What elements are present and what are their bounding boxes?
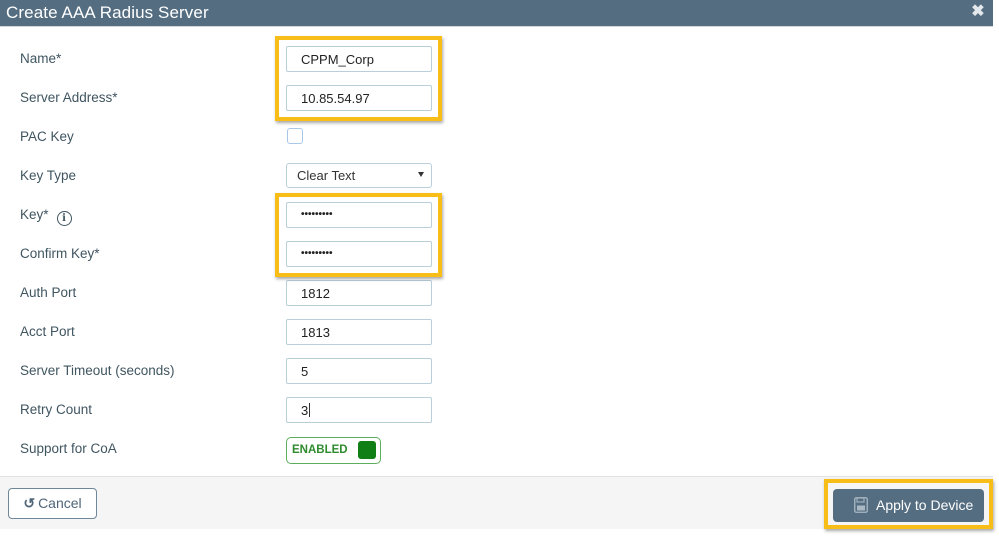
key-type-selected-value: Clear Text bbox=[297, 168, 356, 183]
server-timeout-label: Server Timeout (seconds) bbox=[20, 363, 175, 378]
name-label: Name* bbox=[20, 51, 62, 66]
server-timeout-row: Server Timeout (seconds) 5 bbox=[0, 356, 993, 386]
retry-count-row: Retry Count 3 bbox=[0, 395, 993, 425]
pac-key-label: PAC Key bbox=[20, 129, 74, 144]
cancel-button[interactable]: ↺ Cancel bbox=[8, 488, 97, 519]
server-timeout-input[interactable]: 5 bbox=[286, 358, 432, 384]
retry-count-value: 3 bbox=[301, 403, 309, 418]
close-icon[interactable]: ✖ bbox=[971, 3, 985, 21]
key-label-wrap: Key* i bbox=[20, 207, 72, 226]
confirm-key-row: Confirm Key* ••••••••• bbox=[0, 239, 993, 269]
save-icon bbox=[854, 497, 868, 513]
key-type-row: Key Type Clear Text bbox=[0, 161, 993, 191]
server-address-label: Server Address* bbox=[20, 90, 118, 105]
server-address-row: Server Address* 10.85.54.97 bbox=[0, 83, 993, 113]
pac-key-row: PAC Key bbox=[0, 122, 993, 152]
server-address-input[interactable]: 10.85.54.97 bbox=[286, 85, 432, 111]
auth-port-input[interactable]: 1812 bbox=[286, 280, 432, 306]
key-input[interactable]: ••••••••• bbox=[286, 202, 432, 228]
chevron-down-icon bbox=[418, 172, 424, 177]
pac-key-checkbox[interactable] bbox=[287, 128, 303, 144]
acct-port-input[interactable]: 1813 bbox=[286, 319, 432, 345]
acct-port-row: Acct Port 1813 bbox=[0, 317, 993, 347]
name-input[interactable]: CPPM_Corp bbox=[286, 46, 432, 72]
confirm-key-label: Confirm Key* bbox=[20, 246, 100, 261]
retry-count-input[interactable]: 3 bbox=[286, 397, 432, 423]
auth-port-row: Auth Port 1812 bbox=[0, 278, 993, 308]
info-icon[interactable]: i bbox=[56, 211, 72, 226]
create-aaa-radius-server-dialog: Create AAA Radius Server ✖ Name* CPPM_Co… bbox=[0, 0, 993, 529]
support-coa-label: Support for CoA bbox=[20, 441, 117, 456]
toggle-state-label: ENABLED bbox=[292, 444, 348, 456]
key-label: Key* bbox=[20, 207, 49, 222]
acct-port-label: Acct Port bbox=[20, 324, 75, 339]
toggle-knob bbox=[358, 441, 376, 459]
dialog-header: Create AAA Radius Server ✖ bbox=[0, 0, 993, 27]
dialog-footer: ↺ Cancel Apply to Device bbox=[0, 476, 993, 529]
support-coa-toggle[interactable]: ENABLED bbox=[286, 437, 381, 464]
key-type-select[interactable]: Clear Text bbox=[286, 163, 432, 188]
name-row: Name* CPPM_Corp bbox=[0, 44, 993, 74]
apply-label: Apply to Device bbox=[876, 497, 974, 513]
cancel-label: Cancel bbox=[38, 495, 82, 511]
confirm-key-input[interactable]: ••••••••• bbox=[286, 241, 432, 267]
dialog-title: Create AAA Radius Server bbox=[6, 3, 209, 22]
retry-count-label: Retry Count bbox=[20, 402, 93, 417]
auth-port-label: Auth Port bbox=[20, 285, 77, 300]
text-cursor bbox=[309, 403, 311, 417]
undo-icon: ↺ bbox=[23, 495, 36, 511]
support-coa-row: Support for CoA ENABLED bbox=[0, 434, 993, 464]
key-row: Key* i ••••••••• bbox=[0, 200, 993, 230]
key-type-label: Key Type bbox=[20, 168, 77, 183]
apply-to-device-button[interactable]: Apply to Device bbox=[833, 489, 984, 522]
